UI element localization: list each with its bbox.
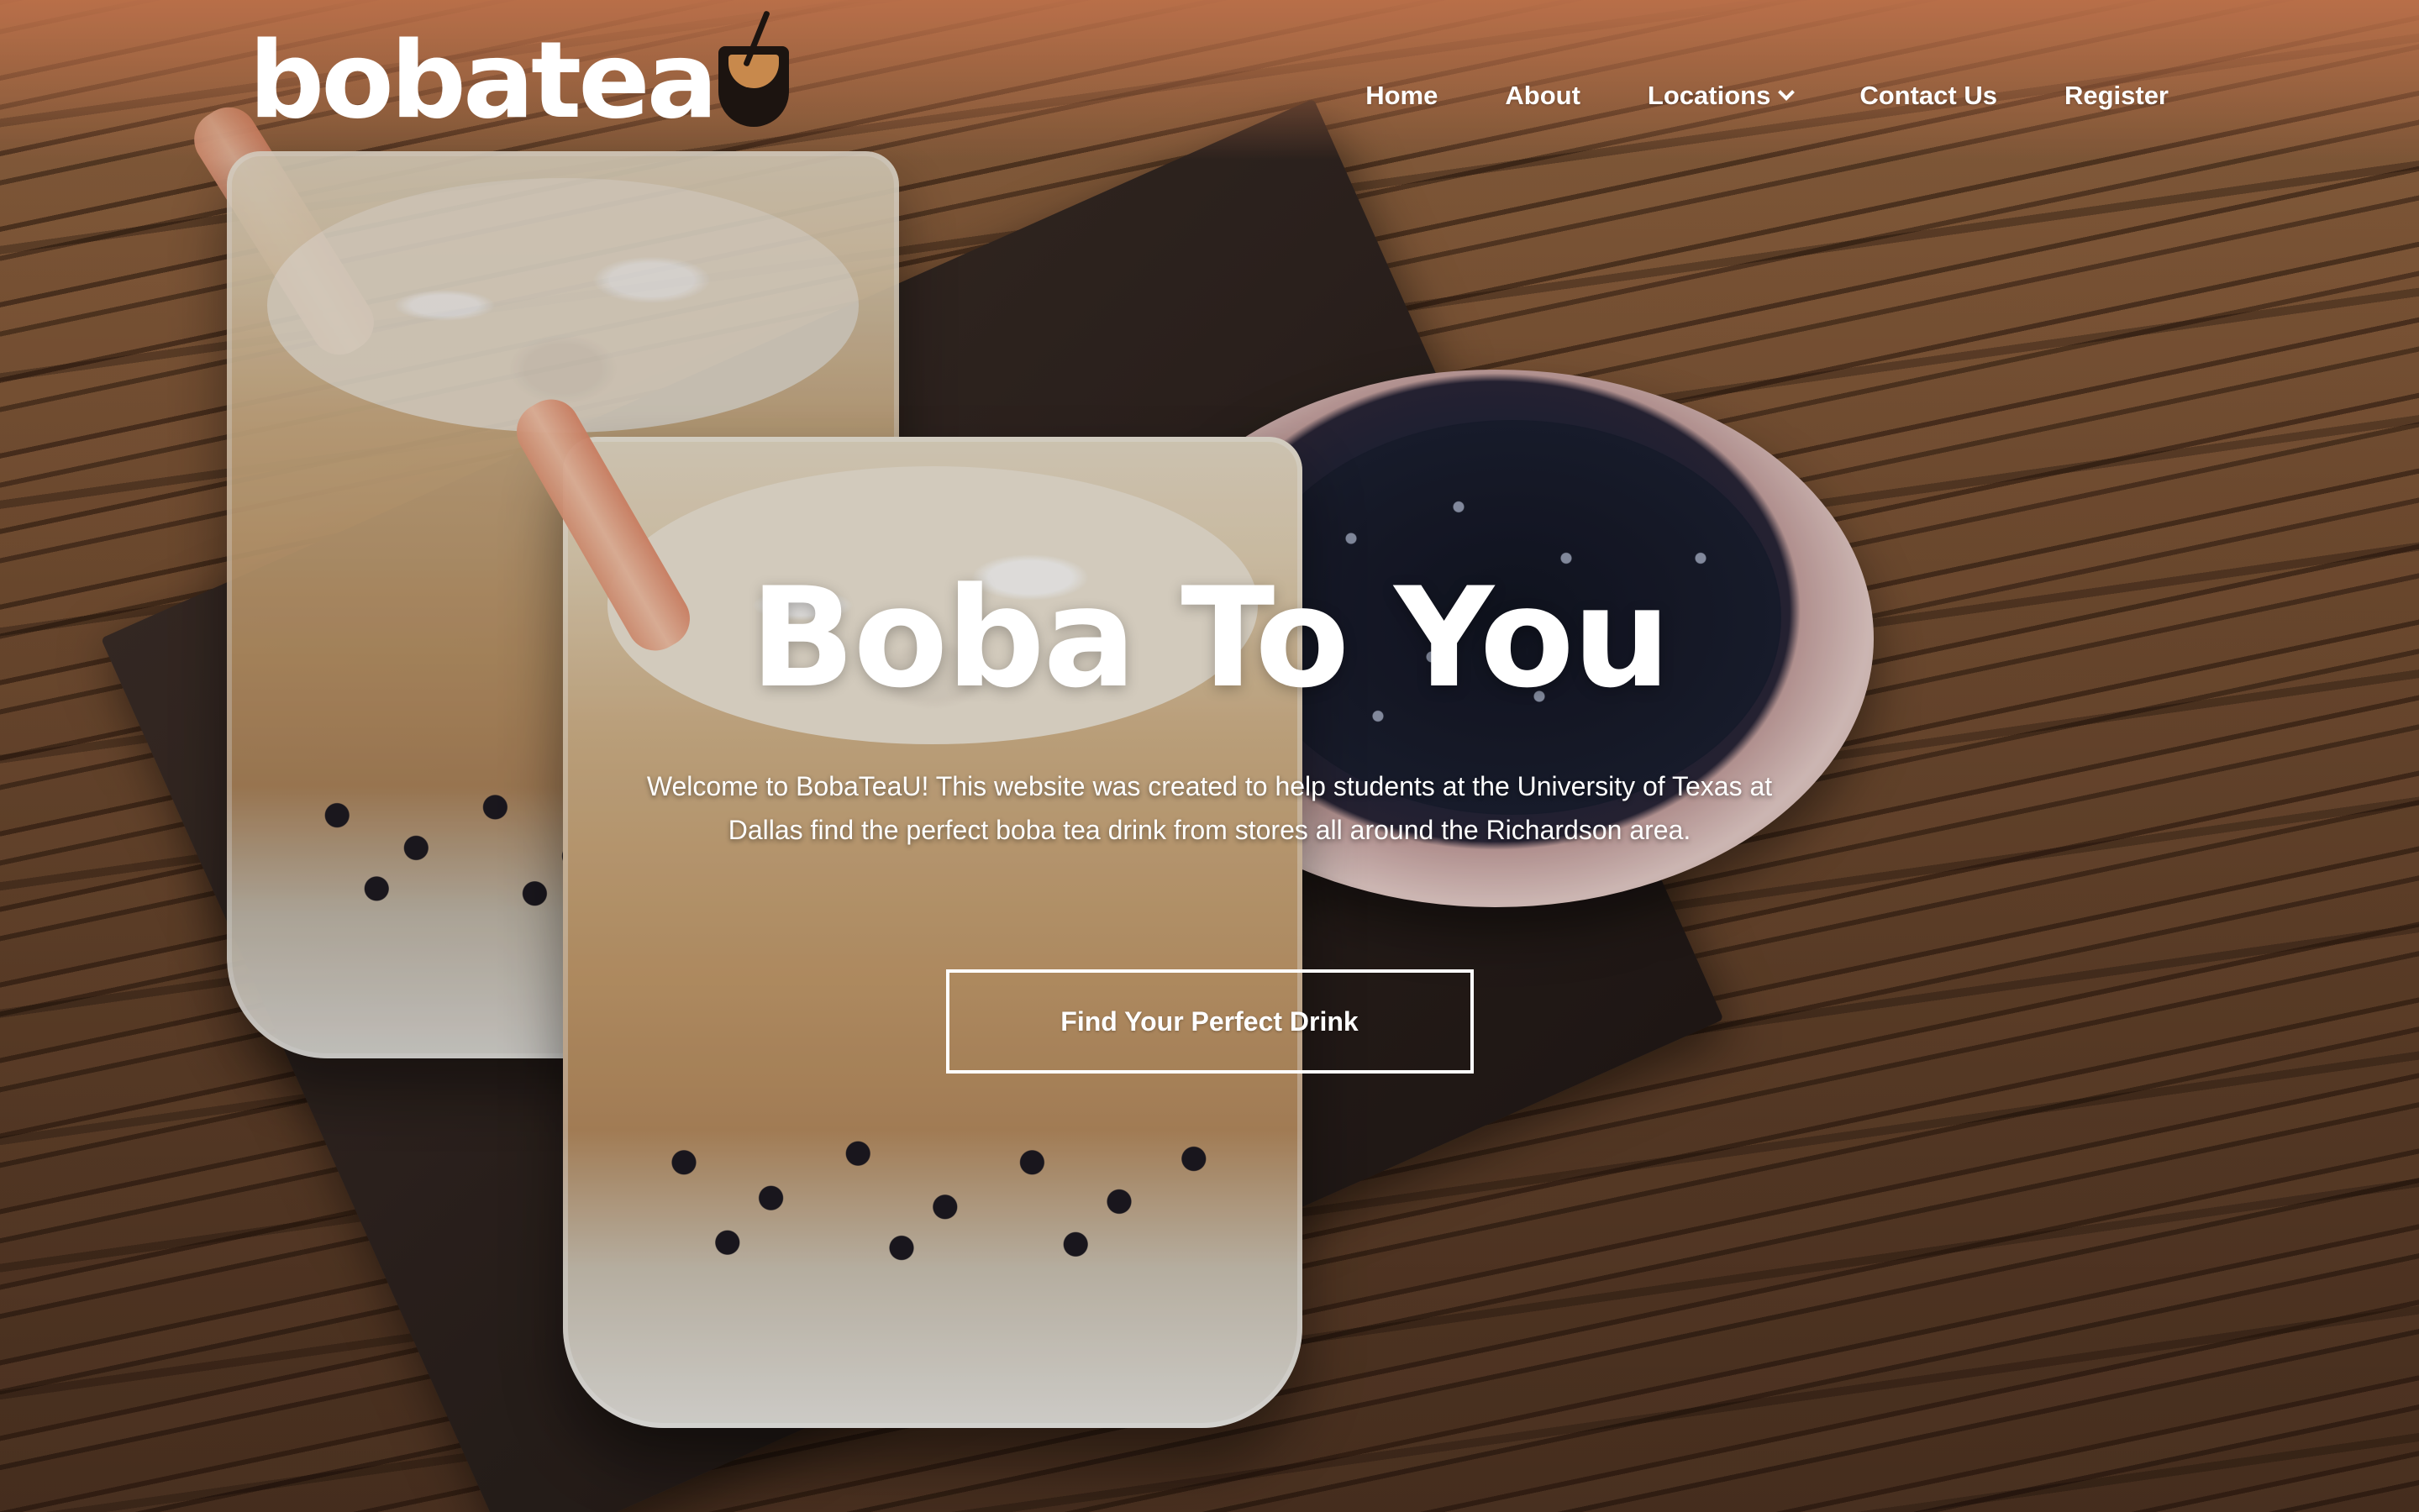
hero-title: Boba To You	[749, 558, 1671, 718]
site-logo[interactable]: bobatea	[249, 18, 789, 142]
logo-wordmark: bobatea	[249, 18, 718, 142]
nav-register-link[interactable]: Register	[2064, 81, 2169, 111]
nav-home-link[interactable]: Home	[1365, 81, 1438, 111]
hero-content: Boba To You Welcome to BobaTeaU! This we…	[0, 558, 2419, 1074]
nav-locations-dropdown[interactable]: Locations	[1647, 81, 1796, 111]
hero-subtitle: Welcome to BobaTeaU! This website was cr…	[646, 771, 1773, 846]
site-header: bobatea Home About Locations Contact Us …	[0, 0, 2419, 151]
boba-cup-icon	[718, 46, 789, 127]
nav-label: Locations	[1647, 81, 1771, 110]
nav-label: Register	[2064, 81, 2169, 110]
nav-label: Home	[1365, 81, 1438, 110]
find-drink-button[interactable]: Find Your Perfect Drink	[945, 969, 1474, 1074]
nav-about-link[interactable]: About	[1505, 81, 1580, 111]
nav-label: Contact Us	[1859, 81, 1997, 110]
nav-contact-link[interactable]: Contact Us	[1859, 81, 1997, 111]
nav-label: About	[1505, 81, 1580, 110]
main-nav: Home About Locations Contact Us Register	[1365, 81, 2169, 111]
chevron-down-icon	[1778, 84, 1796, 101]
hero-section: bobatea Home About Locations Contact Us …	[0, 0, 2419, 1512]
